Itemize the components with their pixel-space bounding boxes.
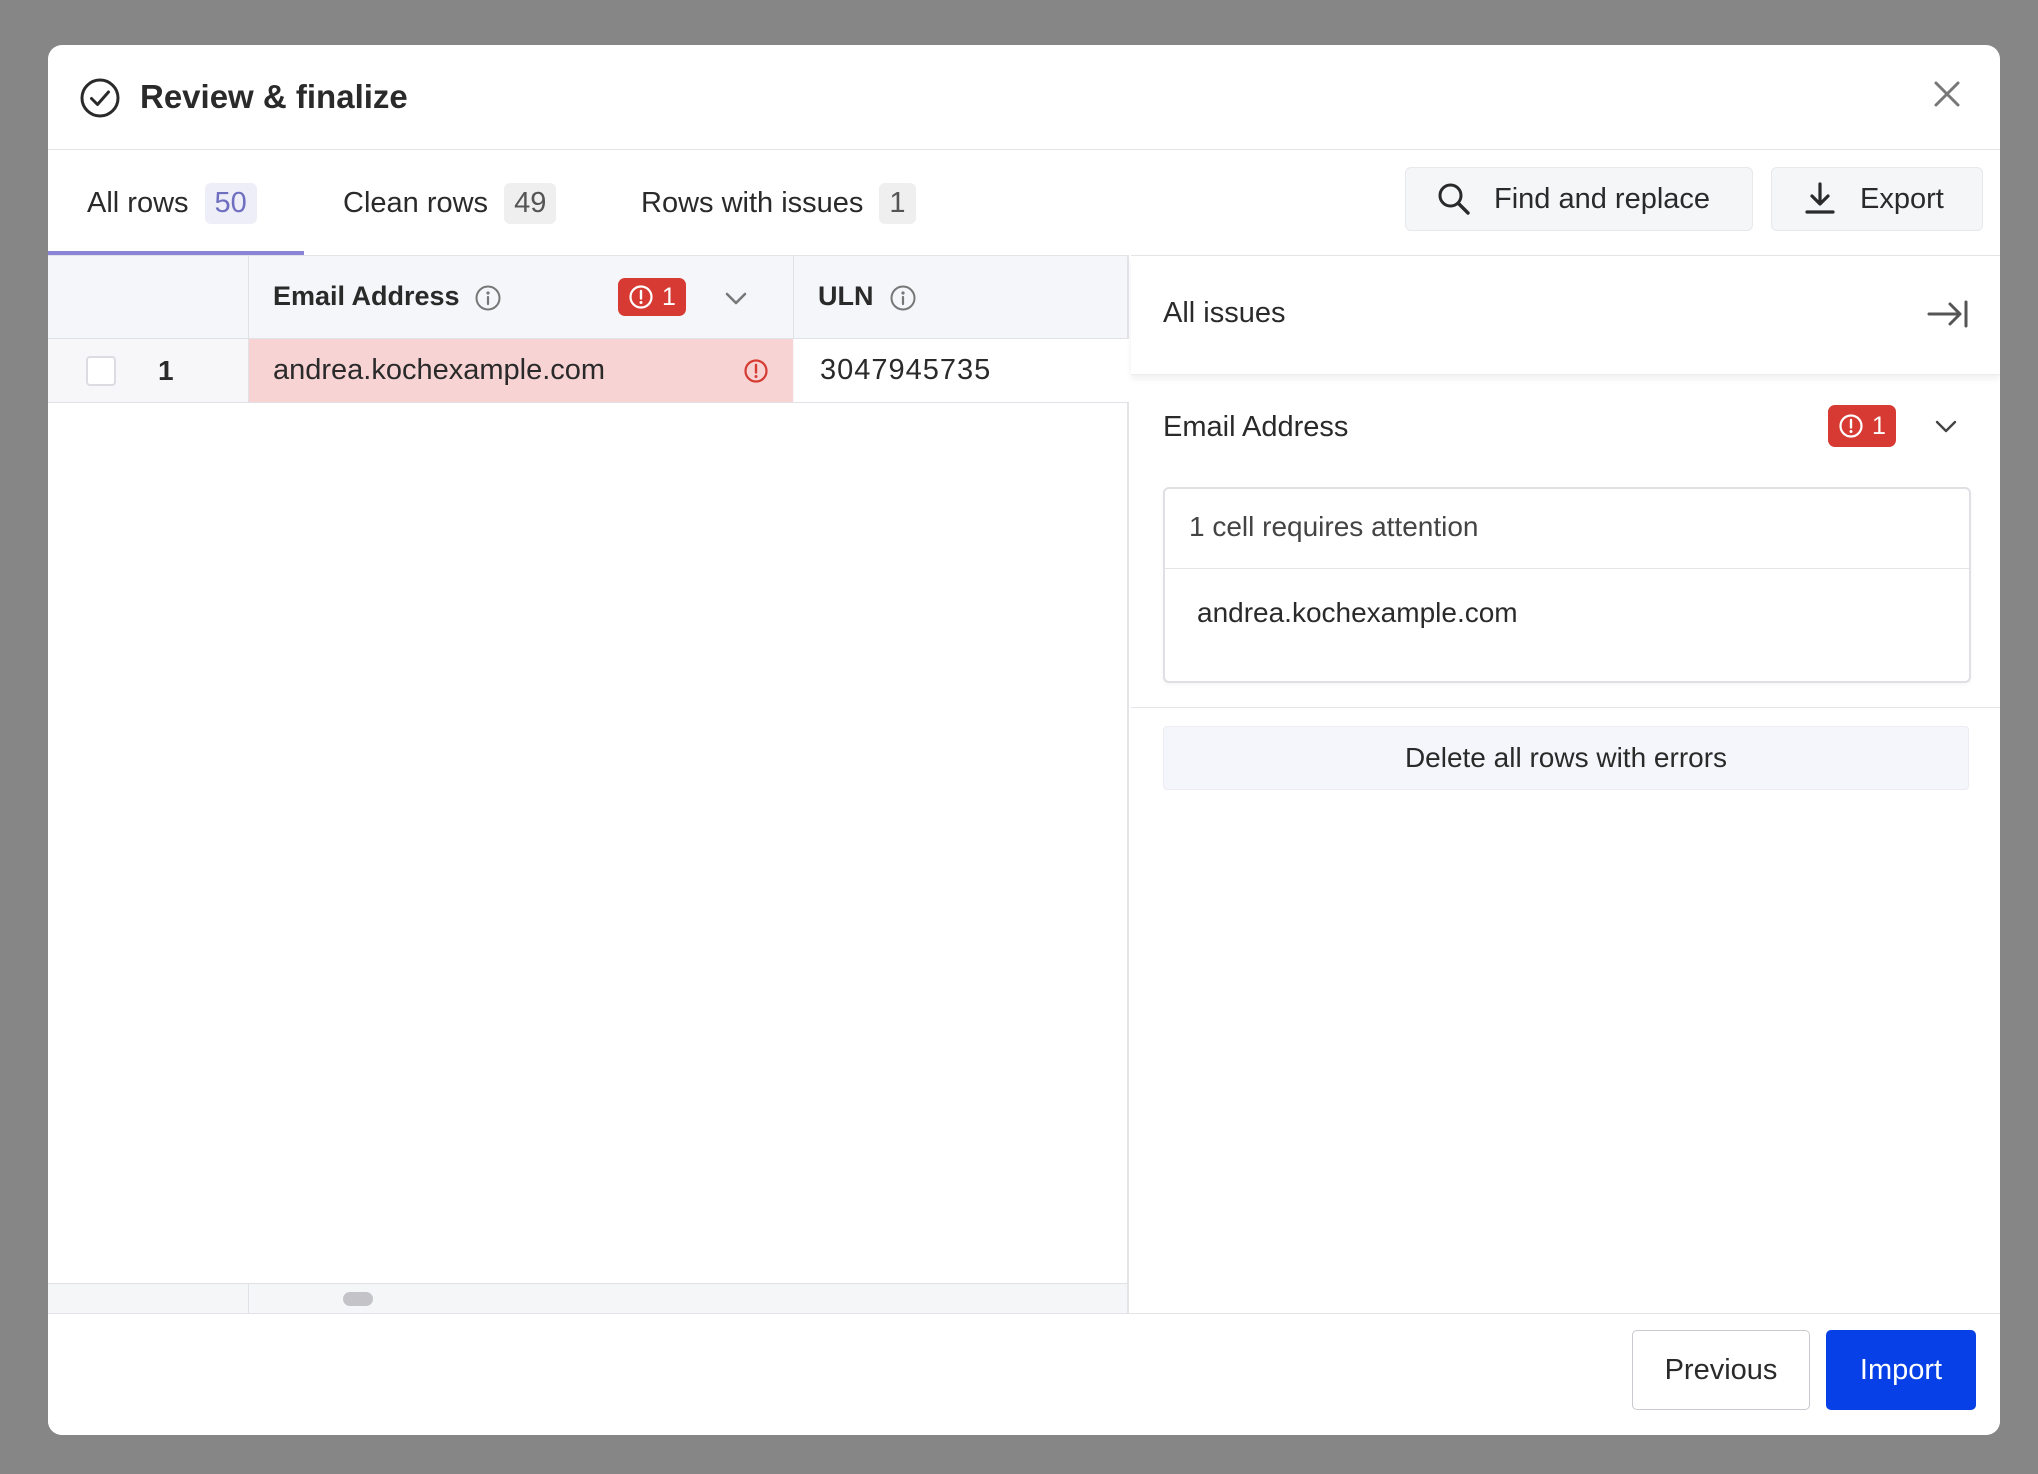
uln-cell[interactable]: 3047945735: [794, 339, 1129, 402]
tab-label: Rows with issues: [641, 186, 864, 219]
find-and-replace-label: Find and replace: [1494, 182, 1711, 215]
alert-circle-icon: [744, 359, 768, 383]
divider: [1131, 707, 2000, 708]
issue-group-title: Email Address: [1163, 411, 1349, 443]
alert-circle-icon: [1839, 414, 1863, 438]
collapse-right-icon[interactable]: [1926, 294, 1970, 334]
find-and-replace-button[interactable]: Find and replace: [1405, 167, 1753, 231]
tab-clean-rows[interactable]: Clean rows 49: [343, 151, 557, 255]
tab-label: All rows: [87, 186, 189, 219]
column-divider: [248, 256, 249, 338]
error-count-badge[interactable]: 1: [618, 278, 686, 316]
grid-header: Email Address 1 ULN: [48, 255, 1127, 339]
cell-value: 3047945735: [820, 354, 992, 386]
search-icon: [1438, 183, 1470, 215]
error-count: 1: [662, 282, 676, 311]
scrollbar-thumb[interactable]: [343, 1292, 373, 1306]
error-count-badge: 1: [1828, 405, 1896, 447]
tab-count: 50: [204, 182, 257, 224]
export-button[interactable]: Export: [1771, 167, 1983, 231]
email-cell-error[interactable]: andrea.kochexample.com: [249, 339, 793, 402]
tab-all-rows[interactable]: All rows 50: [87, 151, 257, 255]
table-row: 1 andrea.kochexample.com 3047945735: [48, 339, 1129, 403]
close-icon[interactable]: [1928, 75, 1966, 113]
tab-label: Clean rows: [343, 186, 489, 219]
tab-count: 1: [879, 182, 916, 224]
error-count: 1: [1872, 411, 1886, 440]
review-dialog: Review & finalize All rows 50 Clean rows…: [48, 45, 2000, 1435]
chevron-down-icon[interactable]: [721, 283, 751, 313]
dialog-header: Review & finalize: [48, 45, 2000, 150]
dialog-footer: Previous Import: [48, 1313, 2000, 1435]
data-grid: Email Address 1 ULN 1 andrea.kochexample…: [48, 255, 1129, 1313]
chevron-down-icon[interactable]: [1931, 411, 1961, 441]
row-checkbox[interactable]: [86, 356, 116, 386]
import-button[interactable]: Import: [1826, 1330, 1976, 1410]
export-label: Export: [1860, 182, 1944, 215]
issue-card: 1 cell requires attention andrea.kochexa…: [1163, 487, 1971, 683]
horizontal-scrollbar[interactable]: [48, 1283, 1127, 1313]
column-header-email[interactable]: Email Address: [273, 281, 460, 312]
issues-panel: All issues Email Address 1 1 cell requir…: [1131, 255, 2000, 1313]
check-circle-icon: [80, 78, 120, 118]
issues-panel-header: All issues: [1131, 255, 2000, 375]
cell-value: andrea.kochexample.com: [273, 354, 606, 386]
issue-card-heading: 1 cell requires attention: [1165, 489, 1969, 569]
info-icon[interactable]: [474, 284, 502, 312]
download-icon: [1805, 182, 1835, 214]
previous-button[interactable]: Previous: [1632, 1330, 1810, 1410]
issues-panel-title: All issues: [1163, 297, 1286, 329]
row-number: 1: [158, 355, 174, 386]
column-divider: [248, 1284, 249, 1313]
alert-circle-icon: [629, 285, 653, 309]
tab-rows-with-issues[interactable]: Rows with issues 1: [641, 151, 916, 255]
tab-count: 49: [504, 182, 557, 224]
column-divider: [793, 256, 794, 338]
dialog-title: Review & finalize: [140, 78, 408, 115]
info-icon[interactable]: [889, 284, 917, 312]
column-header-uln[interactable]: ULN: [818, 281, 874, 312]
issue-group-email[interactable]: Email Address 1: [1131, 375, 2000, 475]
delete-rows-with-errors-button[interactable]: Delete all rows with errors: [1163, 726, 1969, 790]
issue-item[interactable]: andrea.kochexample.com: [1197, 597, 1518, 629]
